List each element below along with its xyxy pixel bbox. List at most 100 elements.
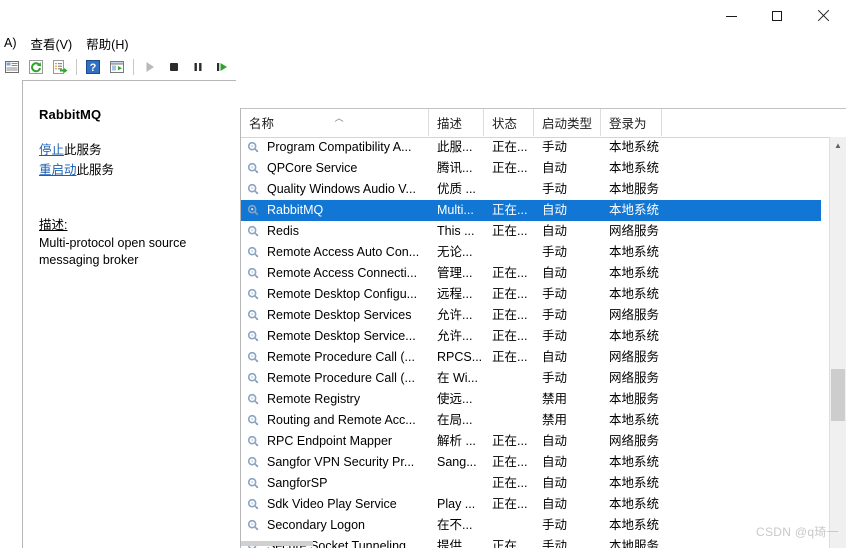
- help-icon[interactable]: ?: [82, 56, 104, 78]
- selected-service-name: RabbitMQ: [39, 107, 102, 122]
- cell-name-label: Remote Access Connecti...: [267, 266, 418, 280]
- cell-logon: 网络服务: [609, 224, 660, 238]
- vertical-scrollbar[interactable]: ▲ ▼: [829, 137, 846, 548]
- table-row[interactable]: Quality Windows Audio V... 优质 ... 手动 本地服务: [241, 179, 821, 200]
- service-gear-icon: [246, 266, 261, 281]
- cell-name-label: Redis: [267, 224, 299, 238]
- cell-description: 允许...: [437, 308, 473, 322]
- cell-name: Remote Access Connecti...: [241, 263, 429, 284]
- cell-logon: 本地系统: [609, 329, 660, 343]
- table-row[interactable]: Remote Desktop Service... 允许... 正在... 手动 本地系…: [241, 326, 821, 347]
- maximize-button[interactable]: [754, 0, 800, 32]
- table-row[interactable]: Remote Registry 使远... 禁用 本地服务: [241, 389, 821, 410]
- cell-logon: 本地系统: [609, 245, 660, 259]
- cell-status: 正在...: [492, 140, 528, 154]
- services-window: A) 查看(V) 帮助(H) ? RabbitMQ 停止此服务 重启动此服务 描…: [0, 0, 846, 548]
- service-gear-icon: [246, 329, 261, 344]
- cell-startup: 手动: [542, 371, 568, 385]
- cell-description: 远程...: [437, 287, 473, 301]
- restart-service-icon[interactable]: [211, 56, 233, 78]
- table-row[interactable]: Sdk Video Play Service Play ... 正在... 自动 本地系…: [241, 494, 821, 515]
- cell-name-label: Remote Access Auto Con...: [267, 245, 420, 259]
- cell-description: This ...: [437, 224, 475, 238]
- show-hide-console-tree-icon[interactable]: [106, 56, 128, 78]
- table-row[interactable]: Remote Access Auto Con... 无论... 手动 本地系统: [241, 242, 821, 263]
- horizontal-scrollbar[interactable]: [241, 538, 821, 548]
- cell-name-label: Secondary Logon: [267, 518, 365, 532]
- pause-service-icon[interactable]: [187, 56, 209, 78]
- close-button[interactable]: [800, 0, 846, 32]
- column-header-logon-as[interactable]: 登录为: [601, 109, 662, 136]
- vertical-scrollbar-thumb[interactable]: [831, 369, 845, 421]
- cell-logon: 本地系统: [609, 266, 660, 280]
- stop-service-link-rest: 此服务: [64, 143, 102, 157]
- start-service-icon[interactable]: [139, 56, 161, 78]
- cell-name-label: Routing and Remote Acc...: [267, 413, 416, 427]
- column-header-description[interactable]: 描述: [429, 109, 484, 136]
- table-row[interactable]: Program Compatibility A... 此服... 正在... 手动 本地…: [241, 137, 821, 158]
- cell-name-label: Remote Registry: [267, 392, 361, 406]
- content-area: RabbitMQ 停止此服务 重启动此服务 描述: Multi-protocol…: [0, 80, 846, 548]
- export-list-icon[interactable]: [49, 56, 71, 78]
- restart-service-link[interactable]: 重启动此服务: [39, 160, 222, 180]
- close-icon: [817, 10, 829, 22]
- cell-startup: 禁用: [542, 413, 568, 427]
- table-row[interactable]: Redis This ... 正在... 自动 网络服务: [241, 221, 821, 242]
- cell-name-label: RabbitMQ: [267, 203, 324, 217]
- table-row[interactable]: Remote Procedure Call (... RPCS... 正在... 自动…: [241, 347, 821, 368]
- cell-description: 在不...: [437, 518, 473, 532]
- table-row[interactable]: Remote Procedure Call (... 在 Wi... 手动 网络服务: [241, 368, 821, 389]
- cell-description: Play ...: [437, 497, 476, 511]
- cell-logon: 本地系统: [609, 161, 660, 175]
- cell-description: Sang...: [437, 455, 477, 469]
- cell-startup: 手动: [542, 308, 568, 322]
- cell-name: Sangfor VPN Security Pr...: [241, 452, 429, 473]
- cell-startup: 自动: [542, 224, 568, 238]
- cell-status: 正在...: [492, 224, 528, 238]
- cell-status: 正在...: [492, 350, 528, 364]
- table-row[interactable]: Secondary Logon 在不... 手动 本地系统: [241, 515, 821, 536]
- column-header-status[interactable]: 状态: [484, 109, 534, 136]
- menu-action-partial[interactable]: A): [0, 34, 27, 52]
- menu-help[interactable]: 帮助(H): [82, 32, 138, 55]
- cell-status: 正在...: [492, 287, 528, 301]
- table-row-selected[interactable]: RabbitMQ Multi... 正在... 自动 本地系统: [241, 200, 821, 221]
- table-row[interactable]: QPCore Service 腾讯... 正在... 自动 本地系统: [241, 158, 821, 179]
- cell-name: Program Compatibility A...: [241, 137, 429, 158]
- cell-name: Remote Procedure Call (...: [241, 347, 429, 368]
- table-row[interactable]: Routing and Remote Acc... 在局... 禁用 本地系统: [241, 410, 821, 431]
- cell-logon: 网络服务: [609, 308, 660, 322]
- table-row[interactable]: Sangfor VPN Security Pr... Sang... 正在... 自动…: [241, 452, 821, 473]
- cell-status: [484, 179, 534, 200]
- refresh-icon[interactable]: [25, 56, 47, 78]
- column-header-startup-type[interactable]: 启动类型: [534, 109, 601, 136]
- cell-startup: 自动: [542, 266, 568, 280]
- minimize-button[interactable]: [708, 0, 754, 32]
- table-row[interactable]: Remote Desktop Services 允许... 正在... 手动 网络服务: [241, 305, 821, 326]
- cell-startup: 自动: [542, 434, 568, 448]
- cell-status: 正在...: [492, 308, 528, 322]
- properties-icon[interactable]: [1, 56, 23, 78]
- table-row[interactable]: Remote Access Connecti... 管理... 正在... 自动 本地系…: [241, 263, 821, 284]
- cell-description: Multi...: [437, 203, 474, 217]
- horizontal-scrollbar-thumb[interactable]: [241, 541, 313, 546]
- cell-name: Remote Desktop Configu...: [241, 284, 429, 305]
- stop-service-icon[interactable]: [163, 56, 185, 78]
- cell-name: Remote Desktop Service...: [241, 326, 429, 347]
- cell-name: Redis: [241, 221, 429, 242]
- cell-status: [484, 368, 534, 389]
- menu-view[interactable]: 查看(V): [27, 32, 83, 55]
- stop-service-link[interactable]: 停止此服务: [39, 140, 222, 160]
- cell-name: Secondary Logon: [241, 515, 429, 536]
- cell-description: 腾讯...: [437, 161, 473, 175]
- cell-logon: 本地系统: [609, 140, 660, 154]
- table-row[interactable]: RPC Endpoint Mapper 解析 ... 正在... 自动 网络服务: [241, 431, 821, 452]
- column-header-name[interactable]: 名称 ︿: [241, 109, 429, 136]
- service-gear-icon: [246, 350, 261, 365]
- scroll-up-arrow-icon[interactable]: ▲: [830, 137, 846, 154]
- cell-startup: 自动: [542, 455, 568, 469]
- cell-description: 解析 ...: [437, 434, 476, 448]
- table-row[interactable]: Remote Desktop Configu... 远程... 正在... 手动 本地系…: [241, 284, 821, 305]
- service-gear-icon: [246, 518, 261, 533]
- table-row[interactable]: SangforSP 正在... 自动 本地系统: [241, 473, 821, 494]
